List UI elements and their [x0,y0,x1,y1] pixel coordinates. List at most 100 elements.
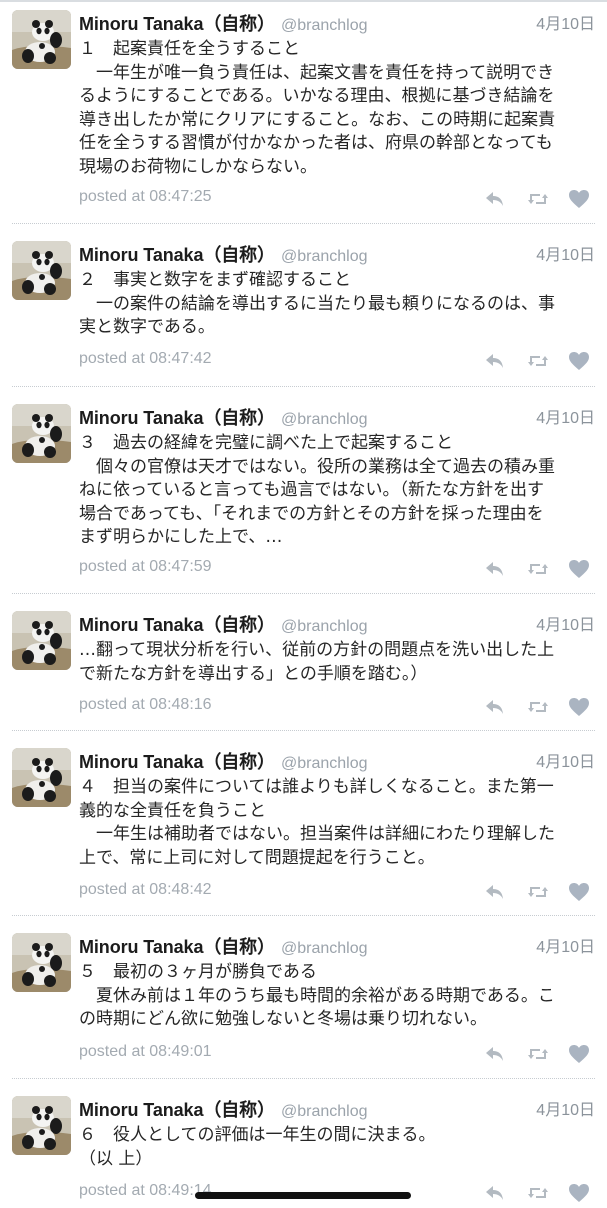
tweet-text-line: ねに依っていると言っても過言ではない。（新たな方針を出す [79,480,544,501]
favorite-button[interactable] [567,696,591,718]
retweet-button[interactable] [526,558,550,580]
tweet-text-line: 場合であっても、「それまでの方針とその方針を採った理由を [79,503,544,524]
reply-icon [486,562,503,576]
tweet-text-line: 個々の官僚は天才ではない。役所の業務は全て過去の積み重 [79,456,555,477]
tweet-text-line: （以 上） [79,1148,153,1169]
home-indicator[interactable] [195,1192,411,1199]
tweet-footer: posted at 08:48:16 [79,696,595,722]
reply-button[interactable] [483,696,507,718]
avatar[interactable] [12,241,71,300]
avatar[interactable] [12,10,71,69]
heart-icon [569,1184,589,1202]
tweet-date[interactable]: 4月10日 [536,1096,595,1120]
heart-icon [569,883,589,901]
heart-icon [569,190,589,208]
avatar[interactable] [12,404,71,463]
favorite-button[interactable] [567,188,591,210]
tweet-text: ２ 事実と数字をまず確認すること 一の案件の結論を導出するに当たり最も頼りになる… [79,269,591,340]
reply-button[interactable] [483,881,507,903]
retweet-icon [528,1188,548,1198]
tweet-footer: posted at 08:47:42 [79,350,595,376]
tweet-header: Minoru Tanaka（自称） @branchlog 4月10日 [79,1096,595,1126]
posted-time: posted at 08:49:14 [79,1182,212,1199]
screen-name[interactable]: @branchlog [281,940,368,957]
retweet-button[interactable] [526,696,550,718]
screen-name[interactable]: @branchlog [281,1103,368,1120]
tweet-header: Minoru Tanaka（自称） @branchlog 4月10日 [79,933,595,963]
screen-name[interactable]: @branchlog [281,755,368,772]
tweet-date[interactable]: 4月10日 [536,748,595,772]
reply-icon [486,885,503,899]
tweet-text-line: 上で、常に上司に対して問題提起を行うこと。 [79,847,435,868]
retweet-button[interactable] [526,1182,550,1204]
tweet-date[interactable]: 4月10日 [536,241,595,265]
retweet-button[interactable] [526,188,550,210]
tweet-text-line: ３ 過去の経緯を完璧に調べた上で起案すること [79,433,453,453]
tweet-text-line: 導き出したか常にクリアにすること。なお、この時期に起案責 [79,109,556,130]
favorite-button[interactable] [567,558,591,580]
tweet-separator [12,1078,595,1080]
display-name[interactable]: Minoru Tanaka（自称） [79,408,275,428]
posted-time: posted at 08:48:42 [79,881,212,898]
screen-name[interactable]: @branchlog [281,17,368,34]
tweet-text: １ 起案責任を全うすること 一年生が唯一負う責任は、起案文書を責任を持って説明で… [79,38,591,180]
tweet-text: ３ 過去の経緯を完璧に調べた上で起案すること 個々の官僚は天才ではない。役所の業… [79,432,591,550]
tweet-text-line: の時期にどん欲に勉強しないと冬場は乗り切れない。 [79,1009,487,1030]
tweet-date[interactable]: 4月10日 [536,404,595,428]
favorite-button[interactable] [567,1182,591,1204]
tweet-text-line: …翻って現状分析を行い、従前の方針の問題点を洗い出した上 [79,640,555,660]
reply-button[interactable] [483,188,507,210]
panda-avatar-image [12,748,71,807]
screen-name[interactable]: @branchlog [281,411,368,428]
reply-button[interactable] [483,1182,507,1204]
retweet-icon [528,564,548,574]
display-name[interactable]: Minoru Tanaka（自称） [79,1100,275,1120]
tweet-header: Minoru Tanaka（自称） @branchlog 4月10日 [79,748,595,778]
tweet-separator [12,593,595,595]
reply-icon [486,1186,503,1200]
tweet-text-line: まず明らかにした上で、… [79,527,283,548]
avatar[interactable] [12,611,71,670]
tweet-footer: posted at 08:47:59 [79,558,595,584]
tweet-separator [12,386,595,388]
tweet-date[interactable]: 4月10日 [536,611,595,635]
display-name[interactable]: Minoru Tanaka（自称） [79,615,275,635]
display-name[interactable]: Minoru Tanaka（自称） [79,245,275,265]
display-name[interactable]: Minoru Tanaka（自称） [79,14,275,34]
retweet-icon [528,887,548,897]
tweet-text: …翻って現状分析を行い、従前の方針の問題点を洗い出した上 で新たな方針を導出する」… [79,639,591,686]
favorite-button[interactable] [567,350,591,372]
tweet-text-line: 任を全うする習慣が付かなかった者は、府県の幹部となっても [79,133,553,154]
retweet-button[interactable] [526,881,550,903]
panda-avatar-image [12,1096,71,1155]
screen-name[interactable]: @branchlog [281,248,368,265]
tweet-date[interactable]: 4月10日 [536,933,595,957]
tweet-text-line: ４ 担当の案件については誰よりも詳しくなること。また第一 [79,777,554,797]
posted-time: posted at 08:47:59 [79,558,212,575]
avatar[interactable] [12,748,71,807]
reply-button[interactable] [483,350,507,372]
retweet-icon [528,702,548,712]
tweet-separator [12,730,595,732]
panda-avatar-image [12,404,71,463]
posted-time: posted at 08:47:42 [79,350,212,367]
tweet-date[interactable]: 4月10日 [536,10,595,34]
tweet-text-line: １ 起案責任を全うすること [79,39,300,59]
tweet-text: ５ 最初の３ヶ月が勝負である 夏休み前は１年のうち最も時間的余裕がある時期である… [79,961,591,1032]
favorite-button[interactable] [567,1043,591,1065]
reply-icon [486,700,503,714]
screen-name[interactable]: @branchlog [281,618,368,635]
heart-icon [569,352,589,370]
heart-icon [569,698,589,716]
reply-button[interactable] [483,558,507,580]
avatar[interactable] [12,933,71,992]
display-name[interactable]: Minoru Tanaka（自称） [79,752,275,772]
display-name[interactable]: Minoru Tanaka（自称） [79,937,275,957]
tweet-header: Minoru Tanaka（自称） @branchlog 4月10日 [79,404,595,434]
avatar[interactable] [12,1096,71,1155]
tweet-header: Minoru Tanaka（自称） @branchlog 4月10日 [79,10,595,40]
retweet-button[interactable] [526,1043,550,1065]
retweet-button[interactable] [526,350,550,372]
favorite-button[interactable] [567,881,591,903]
reply-button[interactable] [483,1043,507,1065]
